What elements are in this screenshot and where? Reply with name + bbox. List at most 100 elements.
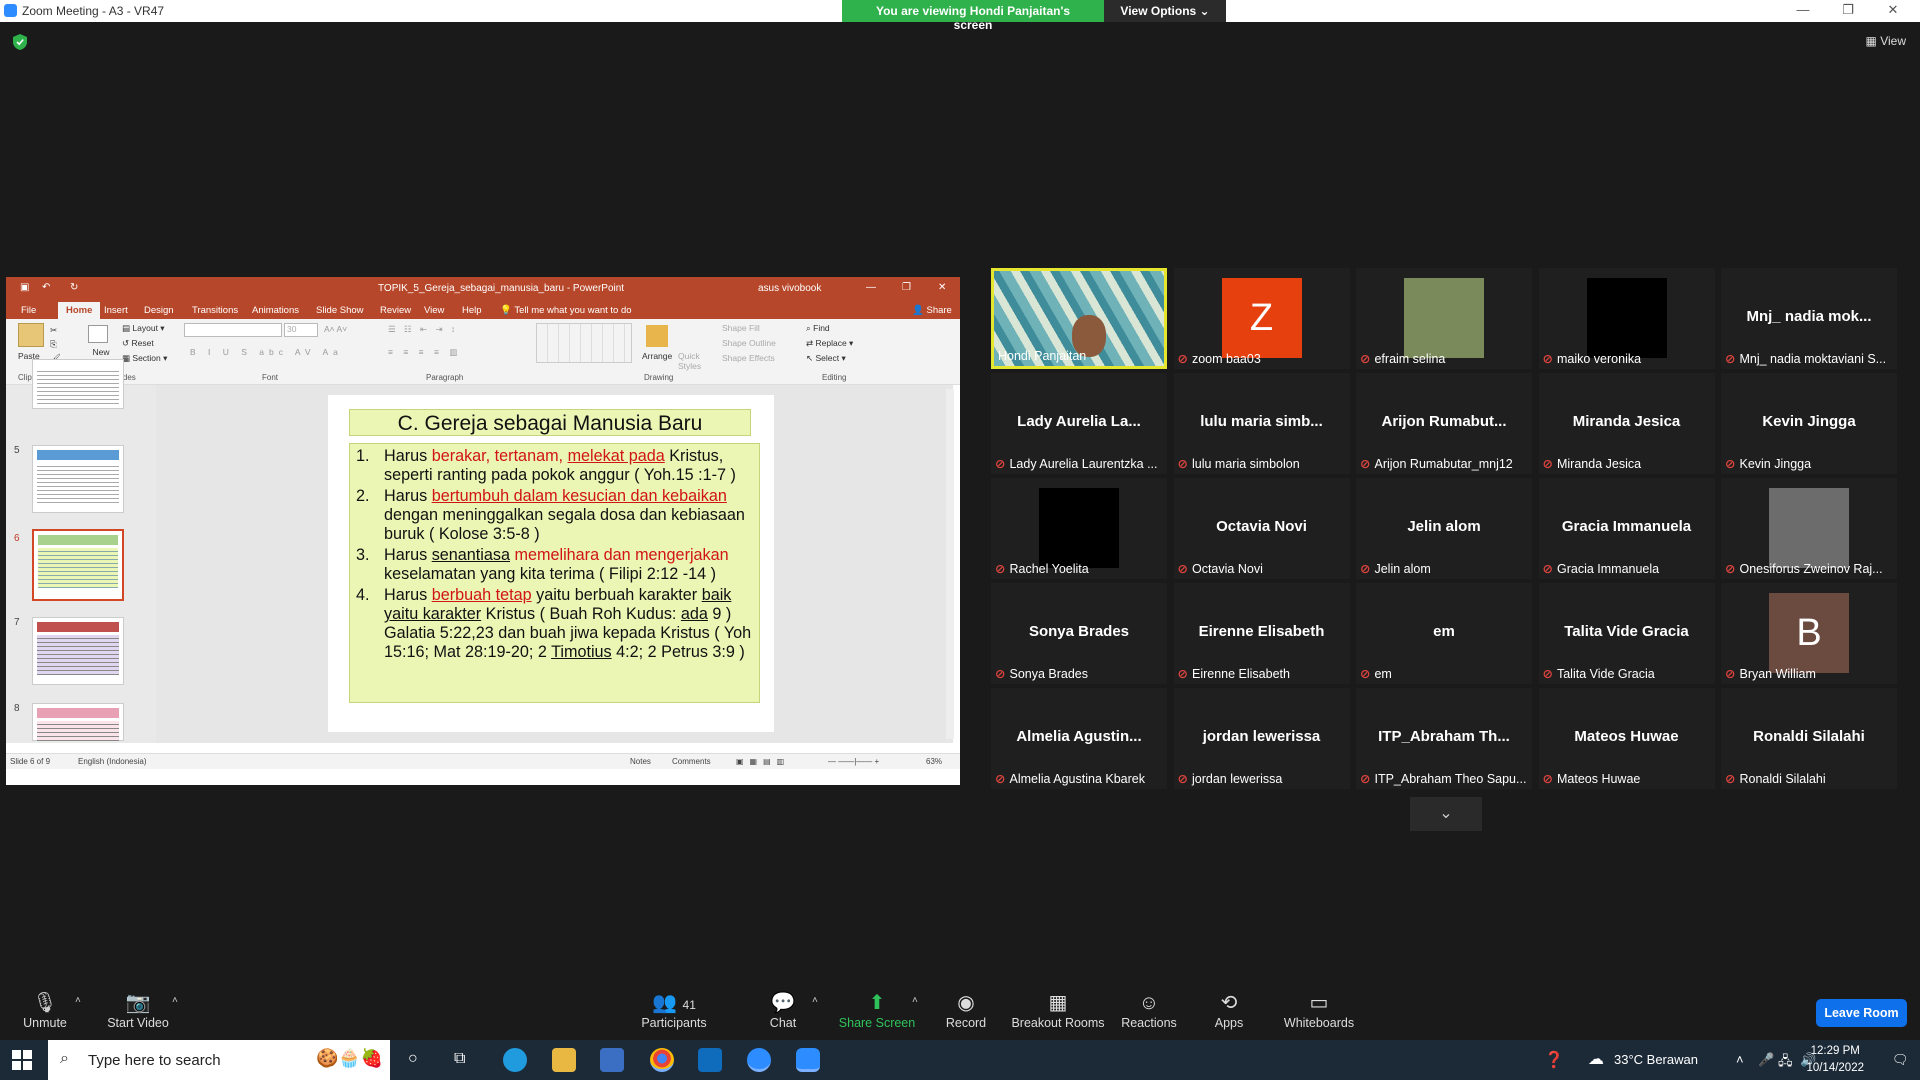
participant-tile[interactable]: Octavia Novi ⊘ Octavia Novi: [1173, 478, 1350, 579]
participant-tile[interactable]: Gracia Immanuela ⊘ Gracia Immanuela: [1538, 478, 1715, 579]
participant-tile[interactable]: Talita Vide Gracia ⊘ Talita Vide Gracia: [1538, 583, 1715, 684]
reactions-button[interactable]: ☺ Reactions: [1104, 990, 1194, 1030]
align-icons[interactable]: ≡ ≡ ≡ ≡ ▥: [388, 347, 461, 358]
participant-tile[interactable]: Ronaldi Silalahi ⊘ Ronaldi Silalahi: [1721, 688, 1897, 789]
participant-tile[interactable]: Mateos Huwae ⊘ Mateos Huwae: [1538, 688, 1715, 789]
chat-options-caret[interactable]: ˄: [812, 995, 818, 1006]
participant-tile[interactable]: Kevin Jingga ⊘ Kevin Jingga: [1721, 373, 1897, 474]
pp-restore-icon[interactable]: ❐: [902, 282, 911, 293]
close-button[interactable]: ✕: [1873, 2, 1913, 18]
participant-tile[interactable]: Mnj_ nadia mok... ⊘ Mnj_ nadia moktaviani …: [1721, 268, 1897, 369]
paste-icon[interactable]: [18, 323, 44, 347]
task-view-icon[interactable]: ⧉: [454, 1050, 465, 1068]
whiteboards-button[interactable]: ▭ Whiteboards: [1274, 990, 1364, 1030]
zoom-level[interactable]: 63%: [926, 757, 942, 766]
tab-review[interactable]: Review: [380, 305, 411, 316]
help-icon[interactable]: ❓: [1544, 1050, 1564, 1070]
tab-help[interactable]: Help: [462, 305, 482, 316]
section-button[interactable]: ▦ Section ▾: [122, 353, 167, 364]
tab-file[interactable]: File: [21, 305, 36, 316]
list-icons[interactable]: ☰ ☷ ⇤ ⇥ ↕: [388, 324, 458, 335]
participant-tile[interactable]: Z ⊘ zoom baa03: [1173, 268, 1350, 369]
shape-fill-button[interactable]: Shape Fill: [722, 323, 760, 333]
pp-minimize-icon[interactable]: —: [866, 282, 876, 293]
participant-tile[interactable]: ⊘ efraim selina: [1356, 268, 1532, 369]
copy-icon[interactable]: ⎘: [50, 339, 57, 350]
participant-tile[interactable]: Jelin alom ⊘ Jelin alom: [1356, 478, 1532, 579]
participant-tile[interactable]: Almelia Agustin... ⊘ Almelia Agustina Kbar…: [991, 688, 1167, 789]
breakout-rooms-button[interactable]: ▦ Breakout Rooms: [1008, 990, 1108, 1030]
start-video-button[interactable]: 📷 Start Video: [93, 990, 183, 1030]
participant-tile[interactable]: lulu maria simb... ⊘ lulu maria simbolon: [1173, 373, 1350, 474]
record-button[interactable]: ◉ Record: [921, 990, 1011, 1030]
participant-tile[interactable]: Eirenne Elisabeth ⊘ Eirenne Elisabeth: [1173, 583, 1350, 684]
undo-icon[interactable]: ↶: [42, 282, 50, 293]
apps-button[interactable]: ⟲ Apps: [1184, 990, 1274, 1030]
tab-animations[interactable]: Animations: [252, 305, 299, 316]
view-mode-icons[interactable]: ▣▦▤▥: [736, 757, 790, 766]
participant-tile[interactable]: Sonya Brades ⊘ Sonya Brades: [991, 583, 1167, 684]
edge-icon[interactable]: [503, 1048, 527, 1072]
slide-thumbnail[interactable]: [32, 703, 124, 741]
participant-tile[interactable]: em ⊘ em: [1356, 583, 1532, 684]
cut-icon[interactable]: ✂: [50, 325, 57, 336]
participant-tile[interactable]: Hondi Panjaitan: [991, 268, 1167, 369]
slide-thumbnail[interactable]: [32, 445, 124, 513]
font-size-dropdown[interactable]: 30: [284, 323, 318, 337]
participant-tile[interactable]: ⊘ Onesiforus Zweinov Raj...: [1721, 478, 1897, 579]
slide[interactable]: C. Gereja sebagai Manusia Baru 1. Harus b…: [328, 395, 774, 732]
tell-me-search[interactable]: 💡 Tell me what you want to do: [500, 305, 632, 316]
tab-design[interactable]: Design: [144, 305, 174, 316]
share-screen-button[interactable]: ⬆ Share Screen: [832, 990, 922, 1030]
share-options-caret[interactable]: ˄: [912, 995, 918, 1006]
tab-transitions[interactable]: Transitions: [192, 305, 238, 316]
slide-thumbnail[interactable]: [32, 617, 124, 685]
leave-room-button[interactable]: Leave Room: [1816, 999, 1907, 1027]
participant-tile[interactable]: ⊘ Rachel Yoelita: [991, 478, 1167, 579]
participant-tile[interactable]: B ⊘ Bryan William: [1721, 583, 1897, 684]
minimize-button[interactable]: —: [1783, 2, 1823, 17]
slide-body[interactable]: 1. Harus berakar, tertanam, melekat pada …: [349, 443, 760, 703]
encryption-shield-icon[interactable]: [13, 34, 27, 50]
zoom-slider[interactable]: — ——|—— +: [828, 757, 879, 766]
pp-close-icon[interactable]: ✕: [938, 282, 946, 293]
cortana-icon[interactable]: ○: [408, 1050, 418, 1068]
participants-button[interactable]: 👥 41 Participants: [629, 990, 719, 1030]
chrome-icon[interactable]: [650, 1048, 674, 1072]
participant-tile[interactable]: Lady Aurelia La... ⊘ Lady Aurelia Laurentz…: [991, 373, 1167, 474]
audio-options-caret[interactable]: ˄: [75, 995, 81, 1006]
slide-title[interactable]: C. Gereja sebagai Manusia Baru: [349, 409, 751, 436]
language-status[interactable]: English (Indonesia): [78, 757, 146, 766]
slide-thumbnail-current[interactable]: [32, 529, 124, 601]
store-icon[interactable]: [600, 1048, 624, 1072]
maximize-button[interactable]: ❐: [1828, 2, 1868, 18]
tab-insert[interactable]: Insert: [104, 305, 128, 316]
participant-tile[interactable]: ITP_Abraham Th... ⊘ ITP_Abraham Theo Sapu.…: [1356, 688, 1532, 789]
quick-styles-button[interactable]: Quick Styles: [678, 351, 714, 371]
weather-text[interactable]: 33°C Berawan: [1614, 1052, 1698, 1067]
font-grow-shrink-icon[interactable]: A˄ A˅: [324, 324, 347, 334]
font-name-dropdown[interactable]: [184, 323, 282, 337]
teamviewer-icon[interactable]: [747, 1048, 771, 1072]
arrange-button[interactable]: Arrange: [642, 351, 672, 361]
view-button[interactable]: ▦ View: [1866, 34, 1906, 48]
taskbar-search[interactable]: ⌕ Type here to search 🍪🧁🍓: [48, 1040, 390, 1080]
new-slide-icon[interactable]: [88, 325, 108, 343]
redo-icon[interactable]: ↻: [70, 282, 78, 293]
notes-button[interactable]: Notes: [630, 757, 651, 766]
tab-slide-show[interactable]: Slide Show: [316, 305, 364, 316]
font-format-icons[interactable]: B I U S abc AV Aa: [190, 347, 343, 357]
participant-tile[interactable]: ⊘ maiko veronika: [1538, 268, 1715, 369]
next-page-chevron-icon[interactable]: ⌄: [1410, 797, 1482, 831]
participant-tile[interactable]: jordan lewerissa ⊘ jordan lewerissa: [1173, 688, 1350, 789]
vertical-scrollbar[interactable]: [946, 389, 954, 739]
replace-button[interactable]: ⇄ Replace ▾: [806, 338, 853, 349]
shape-outline-button[interactable]: Shape Outline: [722, 338, 776, 348]
layout-button[interactable]: ▤ Layout ▾: [122, 323, 165, 334]
participant-tile[interactable]: Arijon Rumabut... ⊘ Arijon Rumabutar_mnj12: [1356, 373, 1532, 474]
save-icon[interactable]: ▣: [20, 282, 29, 293]
tab-view[interactable]: View: [424, 305, 444, 316]
file-explorer-icon[interactable]: [552, 1048, 576, 1072]
arrange-icon[interactable]: [646, 325, 668, 347]
tab-home[interactable]: Home: [58, 302, 101, 320]
